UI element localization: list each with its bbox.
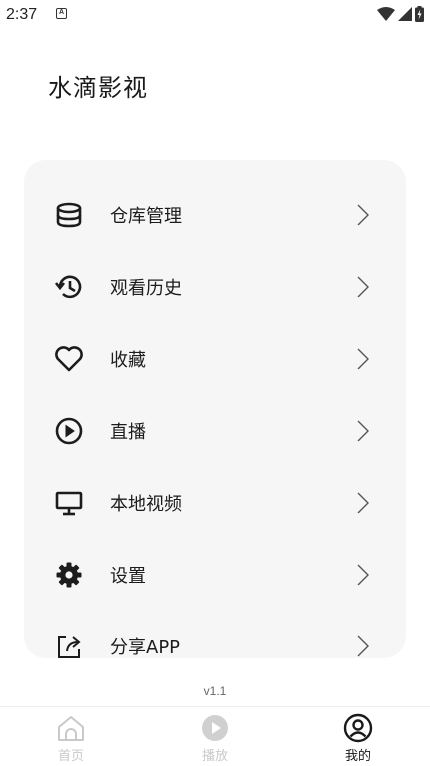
status-indicators xyxy=(377,6,424,22)
play-circle-icon xyxy=(54,416,84,446)
notification-icon: A xyxy=(56,8,67,19)
bottom-nav: 首页 播放 我的 xyxy=(0,706,430,766)
menu-item-label: 本地视频 xyxy=(110,494,182,515)
chevron-right-icon xyxy=(357,420,369,442)
nav-play[interactable]: 播放 xyxy=(175,713,255,766)
chevron-right-icon xyxy=(357,635,369,657)
version-label: v1.1 xyxy=(203,684,227,698)
profile-icon xyxy=(343,713,373,743)
menu-card: 仓库管理 观看历史 收藏 直播 本地视频 设置 分享APP xyxy=(24,160,406,658)
wifi-icon xyxy=(377,7,395,21)
share-icon xyxy=(54,631,84,658)
database-icon xyxy=(54,200,84,230)
menu-item-settings[interactable]: 设置 xyxy=(24,545,406,605)
menu-item-repository[interactable]: 仓库管理 xyxy=(24,185,406,245)
chevron-right-icon xyxy=(357,564,369,586)
battery-icon xyxy=(415,6,424,22)
page-title: 水滴影视 xyxy=(48,74,148,102)
nav-label: 播放 xyxy=(201,749,228,764)
play-icon xyxy=(200,713,230,743)
menu-item-favorites[interactable]: 收藏 xyxy=(24,329,406,389)
status-time: 2:37 xyxy=(6,6,38,23)
signal-icon xyxy=(398,7,412,21)
menu-item-share[interactable]: 分享APP xyxy=(24,616,406,658)
menu-item-label: 仓库管理 xyxy=(110,206,182,227)
screen: 2:37 A 水滴影视 仓库管理 观看历史 收藏 直播 本地视频 设置 分享AP… xyxy=(0,0,430,766)
nav-profile[interactable]: 我的 xyxy=(318,713,398,766)
menu-item-label: 直播 xyxy=(110,422,146,443)
menu-item-label: 收藏 xyxy=(110,350,146,371)
nav-label: 首页 xyxy=(57,749,84,764)
nav-home[interactable]: 首页 xyxy=(31,713,111,766)
menu-item-live[interactable]: 直播 xyxy=(24,401,406,461)
nav-label: 我的 xyxy=(344,749,371,764)
menu-item-label: 设置 xyxy=(110,566,146,587)
history-icon xyxy=(54,272,84,302)
menu-item-label: 观看历史 xyxy=(110,278,182,299)
chevron-right-icon xyxy=(357,348,369,370)
menu-item-label: 分享APP xyxy=(110,637,181,658)
chevron-right-icon xyxy=(357,204,369,226)
menu-item-local-video[interactable]: 本地视频 xyxy=(24,473,406,533)
gear-icon xyxy=(54,560,84,590)
chevron-right-icon xyxy=(357,492,369,514)
menu-item-history[interactable]: 观看历史 xyxy=(24,257,406,317)
chevron-right-icon xyxy=(357,276,369,298)
home-icon xyxy=(56,713,86,743)
status-bar: 2:37 A xyxy=(0,0,430,30)
monitor-icon xyxy=(54,488,84,518)
heart-icon xyxy=(54,344,84,374)
